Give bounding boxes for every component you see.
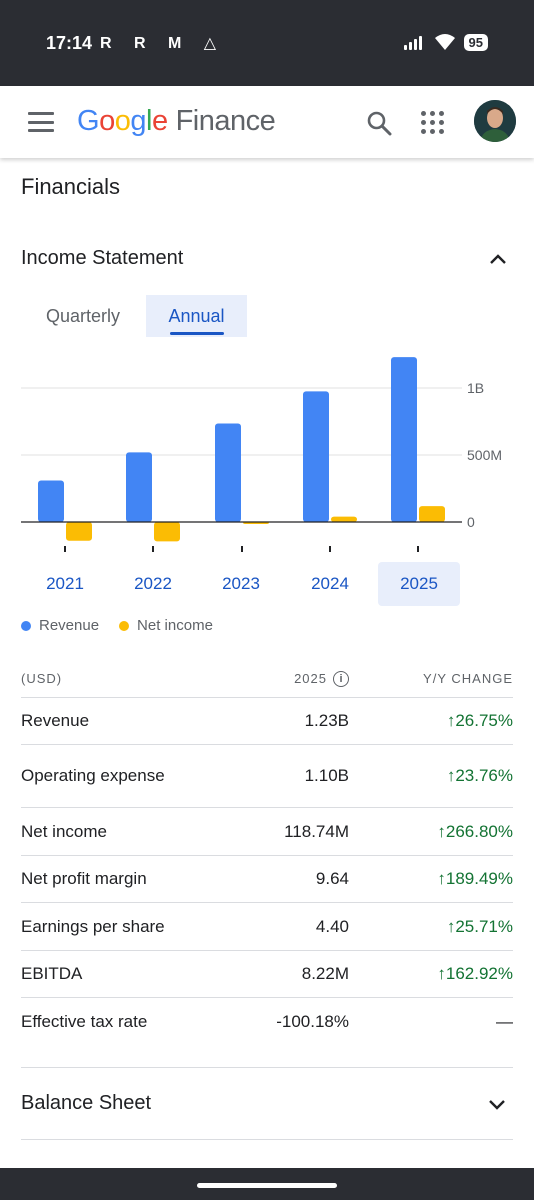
tab-annual[interactable]: Annual [146, 295, 247, 337]
signal-icon [403, 34, 426, 50]
row-value: 4.40 [315, 916, 349, 936]
table-row: Earnings per share 4.40 ↑25.71% [21, 903, 513, 951]
tab-quarterly[interactable]: Quarterly [21, 295, 145, 337]
x-tick-mark [152, 546, 154, 552]
battery-icon: 95 [463, 33, 488, 51]
net-income-bar [419, 506, 445, 522]
app-header: Google Finance [0, 86, 534, 158]
net-income-bar [154, 522, 180, 542]
info-icon[interactable]: i [333, 670, 349, 687]
legend-revenue-dot [21, 620, 31, 631]
tab-active-indicator [170, 332, 224, 335]
header-year: 2025 i [251, 670, 349, 687]
legend-net-income-label: Net income [137, 617, 213, 634]
income-statement-title[interactable]: Income Statement [21, 247, 183, 270]
row-label: EBITDA [21, 964, 83, 983]
row-change: — [496, 1012, 513, 1031]
x-tick-mark [329, 546, 331, 552]
row-change: ↑189.49% [437, 869, 513, 888]
table-header: (USD) 2025 i Y/Y CHANGE [21, 660, 513, 698]
row-label: Net profit margin [21, 869, 147, 888]
row-value: 1.10B [304, 766, 349, 785]
y-tick-label: 0 [467, 514, 475, 530]
table-row: Effective tax rate -100.18% — [21, 998, 513, 1046]
x-tick-mark [417, 546, 419, 552]
status-bar: 17:14 R R M △ 95 [0, 0, 534, 86]
search-icon[interactable] [366, 110, 392, 136]
revenue-bar [303, 391, 329, 522]
year-2023-button[interactable]: 2023 [200, 562, 282, 606]
legend-revenue-label: Revenue [39, 617, 100, 634]
y-tick-label: 500M [467, 447, 502, 463]
apps-icon[interactable] [421, 111, 445, 135]
net-income-bar [331, 516, 357, 522]
row-label: Effective tax rate [21, 1012, 148, 1031]
header-change: Y/Y CHANGE [423, 671, 513, 686]
legend-net-income-dot [119, 620, 130, 631]
row-change: ↑25.71% [446, 916, 513, 936]
table-row: Revenue 1.23B ↑26.75% [21, 698, 513, 745]
header-year-label: 2025 [294, 671, 327, 686]
chart-legend: Revenue Net income [21, 617, 233, 634]
legend-revenue: Revenue [21, 617, 99, 634]
header-currency: (USD) [21, 671, 63, 686]
y-tick-label: 1B [467, 380, 484, 396]
revenue-bar [391, 357, 417, 522]
navigation-bar [0, 1168, 534, 1200]
row-value: -100.18% [276, 1012, 349, 1031]
year-2021-button[interactable]: 2021 [24, 562, 106, 606]
row-change: ↑162.92% [437, 964, 513, 983]
net-income-bar [66, 522, 92, 541]
row-value: 1.23B [304, 711, 349, 730]
home-gesture-handle[interactable] [197, 1183, 337, 1188]
chevron-up-icon[interactable] [486, 248, 510, 272]
status-time: 17:14 [46, 33, 93, 53]
revenue-bar [215, 423, 241, 522]
table-row: Net profit margin 9.64 ↑189.49% [21, 856, 513, 903]
x-tick-mark [64, 546, 66, 552]
year-2024-button[interactable]: 2024 [289, 562, 371, 606]
revenue-bar [38, 480, 64, 522]
x-tick-mark [241, 546, 243, 552]
income-table: (USD) 2025 i Y/Y CHANGE Revenue 1.23B ↑2… [21, 660, 513, 1046]
menu-icon[interactable] [28, 112, 54, 132]
income-chart: 1B 500M 0 [21, 357, 502, 552]
row-value: 8.22M [301, 964, 349, 983]
row-change: ↑26.75% [446, 711, 513, 730]
year-2025-button[interactable]: 2025 [378, 562, 460, 606]
wifi-icon [434, 34, 455, 50]
legend-net-income: Net income [119, 617, 213, 634]
row-label: Earnings per share [21, 916, 165, 936]
row-value: 9.64 [315, 869, 349, 888]
row-label: Operating expense [21, 766, 165, 785]
notification-icons: R R M △ [100, 35, 226, 52]
revenue-bar [126, 452, 152, 522]
table-row: Net income 118.74M ↑266.80% [21, 808, 513, 856]
row-change: ↑266.80% [437, 821, 513, 841]
table-row: EBITDA 8.22M ↑162.92% [21, 951, 513, 998]
balance-sheet-title: Balance Sheet [21, 1092, 152, 1114]
page-title: Financials [21, 174, 121, 199]
chevron-down-icon[interactable] [485, 1092, 509, 1116]
row-value: 118.74M [284, 821, 349, 841]
status-right: 95 [403, 33, 488, 51]
row-label: Net income [21, 821, 107, 841]
balance-sheet-section[interactable]: Balance Sheet [21, 1067, 513, 1140]
avatar[interactable] [474, 100, 516, 142]
google-finance-logo[interactable]: Google Finance [77, 105, 276, 138]
year-2022-button[interactable]: 2022 [112, 562, 194, 606]
row-change: ↑23.76% [446, 766, 513, 785]
row-label: Revenue [21, 711, 90, 730]
table-row: Operating expense 1.10B ↑23.76% [21, 745, 513, 808]
